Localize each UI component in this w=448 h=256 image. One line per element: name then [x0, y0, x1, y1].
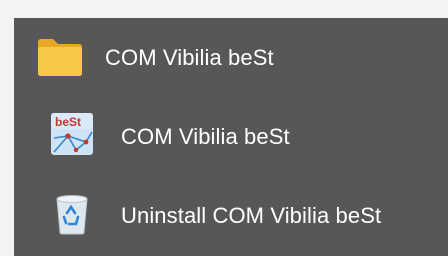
app-shortcut-label: COM Vibilia beSt	[121, 124, 290, 149]
start-menu-panel: COM Vibilia beSt beSt COM Vibilia beSt U…	[14, 18, 448, 256]
folder-icon	[38, 39, 82, 76]
app-shortcut-item[interactable]: beSt COM Vibilia beSt	[14, 96, 448, 166]
recycle-bin-icon	[56, 195, 88, 235]
best-icon-text: beSt	[55, 115, 81, 129]
uninstall-label: Uninstall COM Vibilia beSt	[121, 203, 382, 228]
folder-label: COM Vibilia beSt	[105, 45, 274, 70]
folder-item[interactable]: COM Vibilia beSt	[14, 18, 448, 88]
best-app-icon: beSt	[51, 113, 93, 155]
uninstall-item[interactable]: Uninstall COM Vibilia beSt	[14, 176, 448, 246]
